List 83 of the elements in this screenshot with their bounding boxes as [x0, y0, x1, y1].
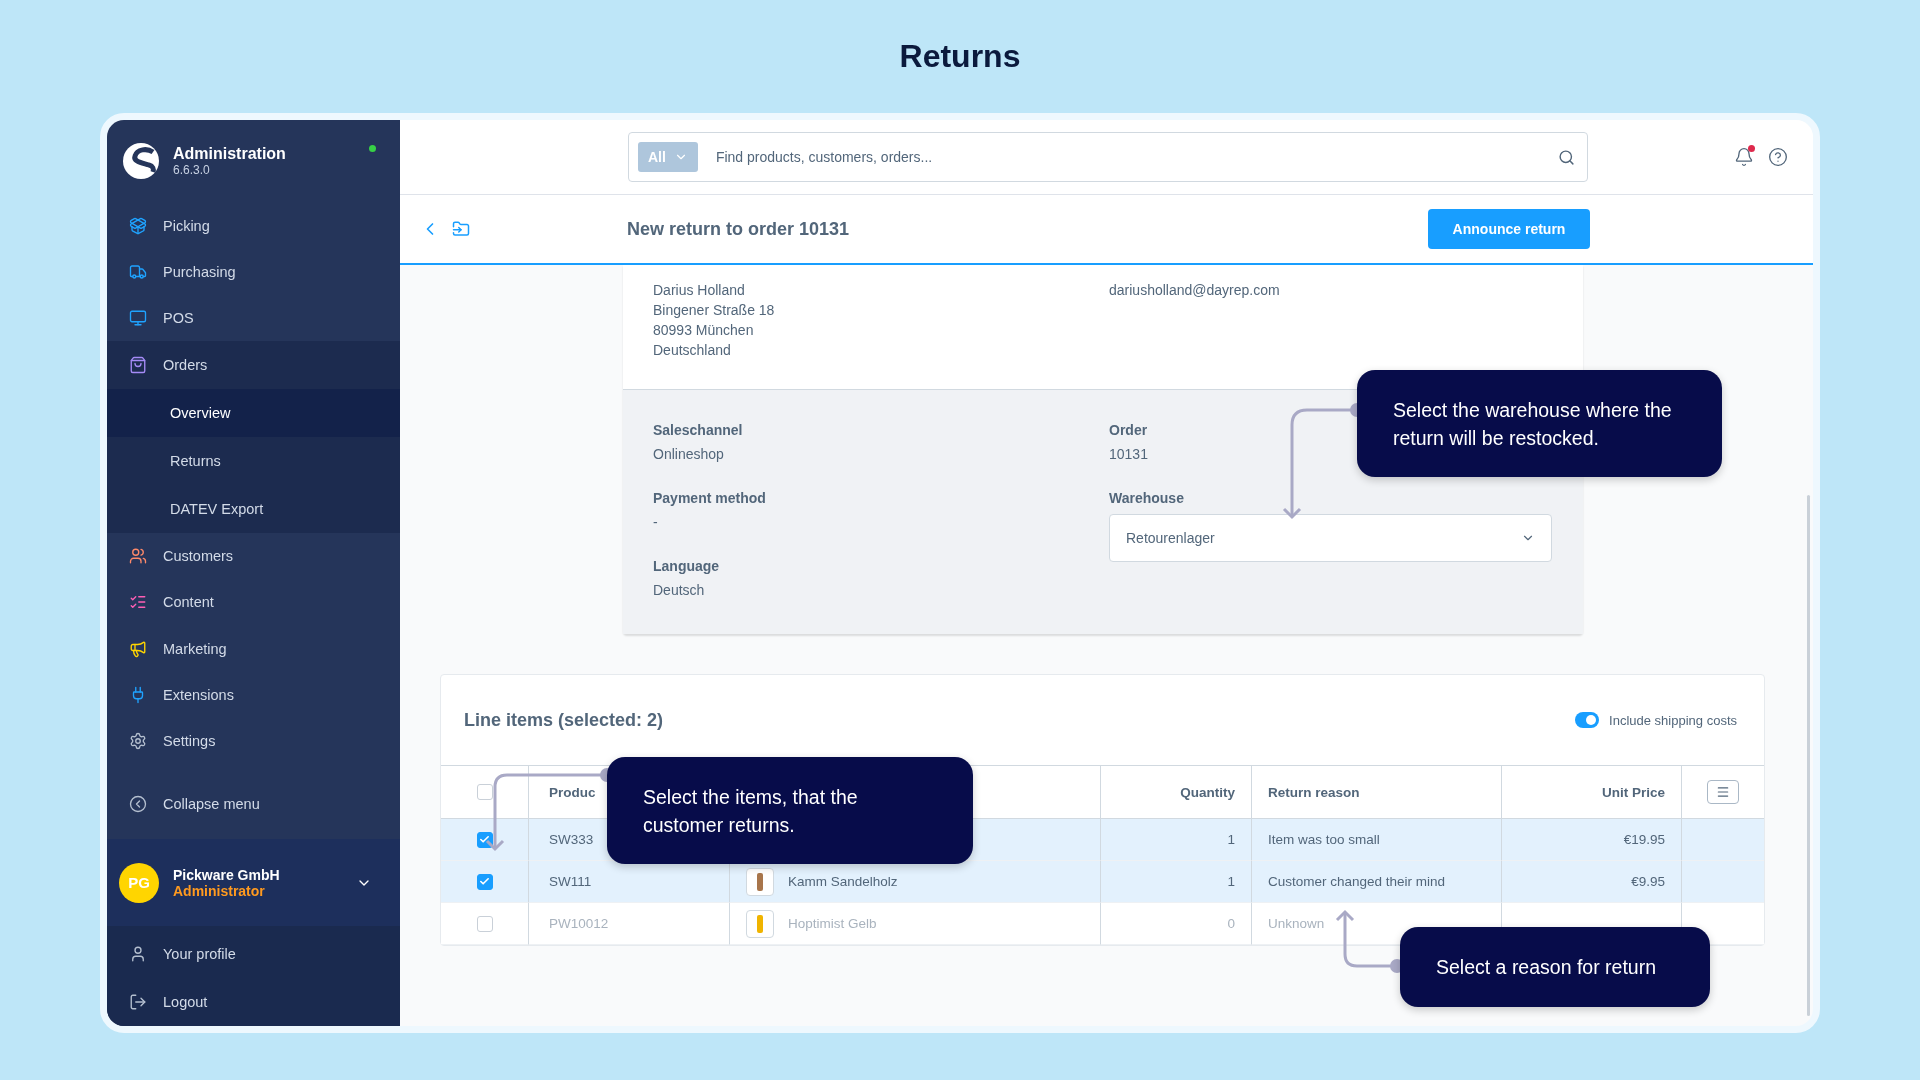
product-name: Kamm Sandelholz: [788, 874, 898, 889]
column-header[interactable]: Unit Price: [1501, 766, 1681, 819]
sidebar-item[interactable]: Settings: [107, 717, 400, 764]
field-label: Saleschannel: [653, 421, 743, 440]
user-icon: [129, 944, 147, 963]
logo-icon: [123, 143, 159, 180]
collapse-menu-button[interactable]: Collapse menu: [107, 781, 400, 828]
callout-tooltip: Select the warehouse where the return will be restocked.: [1357, 370, 1722, 477]
monitor-icon: [129, 309, 147, 328]
field-value: Deutsch: [653, 581, 705, 600]
table-cell: SW111: [528, 861, 729, 903]
row-checkbox[interactable]: [476, 831, 493, 848]
callout-tooltip: Select a reason for return: [1400, 927, 1710, 1007]
bell-icon[interactable]: [1734, 147, 1754, 167]
address-line: Bingener Straße 18: [653, 301, 775, 320]
version-label: 6.6.3.0: [173, 163, 211, 178]
user-panel[interactable]: PG Pickware GmbH Administrator: [107, 839, 400, 926]
address-line: Darius Holland: [653, 281, 745, 300]
select-all-checkbox[interactable]: [476, 784, 493, 800]
shipping-toggle[interactable]: [1575, 712, 1600, 728]
check-icon: [479, 876, 490, 887]
search-icon[interactable]: [1558, 148, 1575, 166]
truck-icon: [129, 262, 147, 281]
sidebar-item[interactable]: POS: [107, 295, 400, 342]
field-value: -: [653, 513, 658, 532]
box-icon: [129, 216, 147, 235]
row-checkbox[interactable]: [476, 873, 493, 890]
field-label: Warehouse: [1109, 489, 1184, 508]
sidebar-item[interactable]: Extensions: [107, 671, 400, 718]
field-value: Onlineshop: [653, 445, 724, 464]
logout-icon: [129, 992, 147, 1011]
table-cell: €19.95: [1501, 819, 1681, 861]
field-label: Language: [653, 557, 720, 576]
table-cell: Item was too small: [1251, 819, 1501, 861]
sidebar-link[interactable]: Your profile: [107, 929, 400, 978]
menu-icon: [1716, 785, 1730, 799]
field-label: Payment method: [653, 489, 766, 508]
chevron-left-circle-icon: [129, 795, 147, 814]
product-thumbnail: [746, 867, 774, 896]
sidebar-link[interactable]: Logout: [107, 977, 400, 1026]
column-header[interactable]: Produc: [549, 784, 596, 800]
users-icon: [129, 547, 147, 566]
help-icon[interactable]: [1768, 147, 1788, 167]
column-header[interactable]: Quantity: [1100, 766, 1251, 819]
check-icon: [479, 834, 490, 845]
sidebar-item[interactable]: Customers: [107, 533, 400, 580]
address-line: Deutschland: [653, 341, 731, 360]
sidebar-item[interactable]: Orders: [107, 341, 400, 390]
callout-tooltip: Select the items, that the customer returns.: [607, 757, 973, 864]
warehouse-select[interactable]: Retourenlager: [1109, 514, 1552, 562]
sidebar-subitem[interactable]: DATEV Export: [107, 485, 400, 534]
table-cell: 0: [1100, 903, 1251, 945]
column-settings-button[interactable]: [1707, 780, 1739, 804]
avatar: PG: [119, 862, 159, 903]
field-label: Order: [1109, 421, 1148, 440]
folder-arrow-icon[interactable]: [452, 220, 470, 238]
product-name: Hoptimist Gelb: [788, 916, 877, 931]
product-thumbnail: [746, 909, 774, 938]
card-title: Line items (selected: 2): [464, 709, 664, 731]
sidebar-item[interactable]: Picking: [107, 202, 400, 249]
table-cell: €9.95: [1501, 861, 1681, 903]
address-line: 80993 München: [653, 321, 754, 340]
field-value: 10131: [1109, 445, 1148, 464]
sidebar-subitem[interactable]: Overview: [107, 389, 400, 438]
user-name: Pickware GmbH: [173, 866, 281, 883]
sidebar-item[interactable]: Marketing: [107, 625, 400, 672]
user-role: Administrator: [173, 882, 266, 899]
page-heading: New return to order 10131: [627, 218, 851, 240]
column-header[interactable]: Return reason: [1251, 766, 1501, 819]
sidebar-item[interactable]: Purchasing: [107, 248, 400, 295]
bag-icon: [129, 356, 147, 375]
toggle-label: Include shipping costs: [1609, 712, 1737, 728]
settings-icon: [129, 731, 147, 750]
table-cell: Customer changed their mind: [1251, 861, 1501, 903]
sidebar-item[interactable]: Content: [107, 579, 400, 626]
table-cell: 1: [1100, 861, 1251, 903]
email-text: dariusholland@dayrep.com: [1109, 282, 1280, 298]
sidebar-subitem[interactable]: Returns: [107, 437, 400, 486]
table-cell: PW10012: [528, 903, 729, 945]
table-cell: 1: [1100, 819, 1251, 861]
app-name: Administration: [173, 145, 287, 164]
megaphone-icon: [129, 639, 147, 658]
page-title: Returns: [899, 37, 1021, 76]
